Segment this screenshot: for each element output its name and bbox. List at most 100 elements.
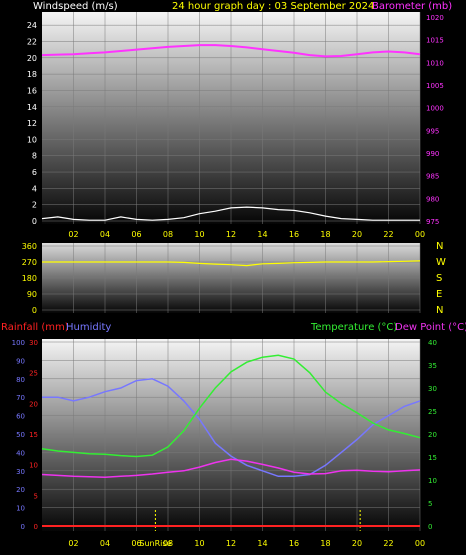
dewpoint-axis-title: Dew Point (°C) [395, 322, 466, 333]
graph-date-title: 24 hour graph day : 03 September 2024 [172, 1, 374, 12]
windspeed-axis-title: Windspeed (m/s) [33, 1, 118, 12]
temperature-tick: 25 [428, 408, 437, 416]
rainfall-tick: 30 [29, 339, 38, 347]
humidity-tick-labels: 0 10 20 30 40 50 60 70 80 90 100 [12, 339, 25, 531]
direction-tick: 360 [22, 242, 37, 251]
humidity-axis-title: Humidity [66, 322, 111, 333]
time-tick: 16 [289, 230, 299, 239]
barometer-tick: 1020 [426, 14, 444, 22]
time-tick: 16 [289, 539, 299, 548]
windspeed-tick: 22 [27, 37, 37, 46]
time-tick: 04 [100, 230, 110, 239]
temperature-tick: 5 [428, 500, 432, 508]
time-tick: 10 [194, 230, 204, 239]
humidity-tick: 10 [16, 505, 25, 513]
humidity-tick: 20 [16, 486, 25, 494]
rainfall-tick: 5 [34, 492, 38, 500]
barometer-axis-title: Barometer (mb) [372, 1, 452, 12]
time-tick: 14 [257, 230, 267, 239]
windspeed-tick: 6 [32, 168, 37, 177]
humidity-tick: 0 [21, 523, 25, 531]
time-tick: 22 [383, 539, 393, 548]
temperature-tick: 35 [428, 362, 437, 370]
humidity-tick: 40 [16, 449, 25, 457]
rainfall-tick-labels: 0 5 10 15 20 25 30 [29, 339, 38, 531]
barometer-tick: 990 [426, 150, 439, 158]
sunrise-label: SunRise [139, 539, 171, 548]
windspeed-tick: 4 [32, 184, 37, 193]
time-tick: 04 [100, 539, 110, 548]
time-tick: 06 [131, 230, 141, 239]
rainfall-tick: 20 [29, 400, 38, 408]
windspeed-tick: 10 [27, 135, 37, 144]
direction-tick: 0 [32, 306, 37, 315]
compass-label: W [436, 257, 446, 268]
windspeed-tick: 20 [27, 54, 37, 63]
time-tick: 00 [415, 230, 425, 239]
time-tick: 10 [194, 539, 204, 548]
time-tick: 18 [320, 230, 330, 239]
windspeed-tick: 14 [27, 103, 37, 112]
barometer-tick-labels: 975 980 985 990 995 1000 1005 1010 1015 1020 [426, 14, 444, 226]
humidity-tick: 50 [16, 431, 25, 439]
barometer-tick: 1005 [426, 82, 444, 90]
panel1-time-labels: 02 04 06 08 10 12 14 16 18 20 22 00 [68, 230, 425, 239]
direction-tick: 270 [22, 258, 37, 267]
compass-label: N [436, 241, 443, 252]
compass-label: S [436, 273, 442, 284]
barometer-tick: 1015 [426, 37, 444, 45]
temperature-tick: 20 [428, 431, 437, 439]
direction-degree-labels: 0 90 180 270 360 [22, 242, 37, 315]
windspeed-tick-labels: 024681012141618202224 [27, 21, 37, 226]
time-tick: 00 [415, 539, 425, 548]
temperature-axis-title: Temperature (°C) [310, 322, 397, 333]
barometer-tick: 1000 [426, 105, 444, 113]
temperature-tick: 10 [428, 477, 437, 485]
time-tick: 18 [320, 539, 330, 548]
time-tick: 02 [68, 230, 78, 239]
humidity-tick: 80 [16, 376, 25, 384]
barometer-tick: 975 [426, 218, 439, 226]
windspeed-tick: 24 [27, 21, 37, 30]
windspeed-tick: 18 [27, 70, 37, 79]
time-tick: 20 [352, 539, 362, 548]
temperature-tick: 0 [428, 523, 432, 531]
rainfall-tick: 25 [29, 370, 38, 378]
barometer-tick: 995 [426, 127, 439, 135]
compass-label: N [436, 305, 443, 316]
barometer-tick: 1010 [426, 59, 444, 67]
barometer-tick: 980 [426, 195, 439, 203]
temperature-tick: 30 [428, 385, 437, 393]
compass-label: E [436, 289, 442, 300]
rainfall-tick: 15 [29, 431, 38, 439]
direction-tick: 180 [22, 274, 37, 283]
time-tick: 20 [352, 230, 362, 239]
windspeed-tick: 8 [32, 152, 37, 161]
humidity-tick: 30 [16, 468, 25, 476]
barometer-tick: 985 [426, 173, 439, 181]
temperature-tick: 15 [428, 454, 437, 462]
panel3-time-labels: 02 04 06 08 10 12 14 16 18 20 22 00 [68, 539, 425, 548]
windspeed-tick: 12 [27, 119, 37, 128]
time-tick: 02 [68, 539, 78, 548]
temperature-tick: 40 [428, 339, 437, 347]
weather-graph: Windspeed (m/s) 24 hour graph day : 03 S… [1, 1, 466, 548]
temperature-tick-labels: 0 5 10 15 20 25 30 35 40 [428, 339, 437, 531]
humidity-tick: 100 [12, 339, 25, 347]
humidity-tick: 90 [16, 357, 25, 365]
time-tick: 08 [163, 230, 173, 239]
humidity-tick: 70 [16, 394, 25, 402]
windspeed-tick: 0 [32, 217, 37, 226]
rainfall-tick: 0 [34, 523, 38, 531]
windspeed-tick: 16 [27, 86, 37, 95]
time-tick: 12 [226, 539, 236, 548]
time-tick: 22 [383, 230, 393, 239]
rainfall-axis-title: Rainfall (mm) [1, 322, 69, 333]
time-tick: 14 [257, 539, 267, 548]
humidity-tick: 60 [16, 413, 25, 421]
rainfall-tick: 10 [29, 462, 38, 470]
time-tick: 12 [226, 230, 236, 239]
compass-direction-labels: NWSEN [436, 241, 446, 316]
direction-tick: 90 [27, 290, 37, 299]
windspeed-tick: 2 [32, 201, 37, 210]
